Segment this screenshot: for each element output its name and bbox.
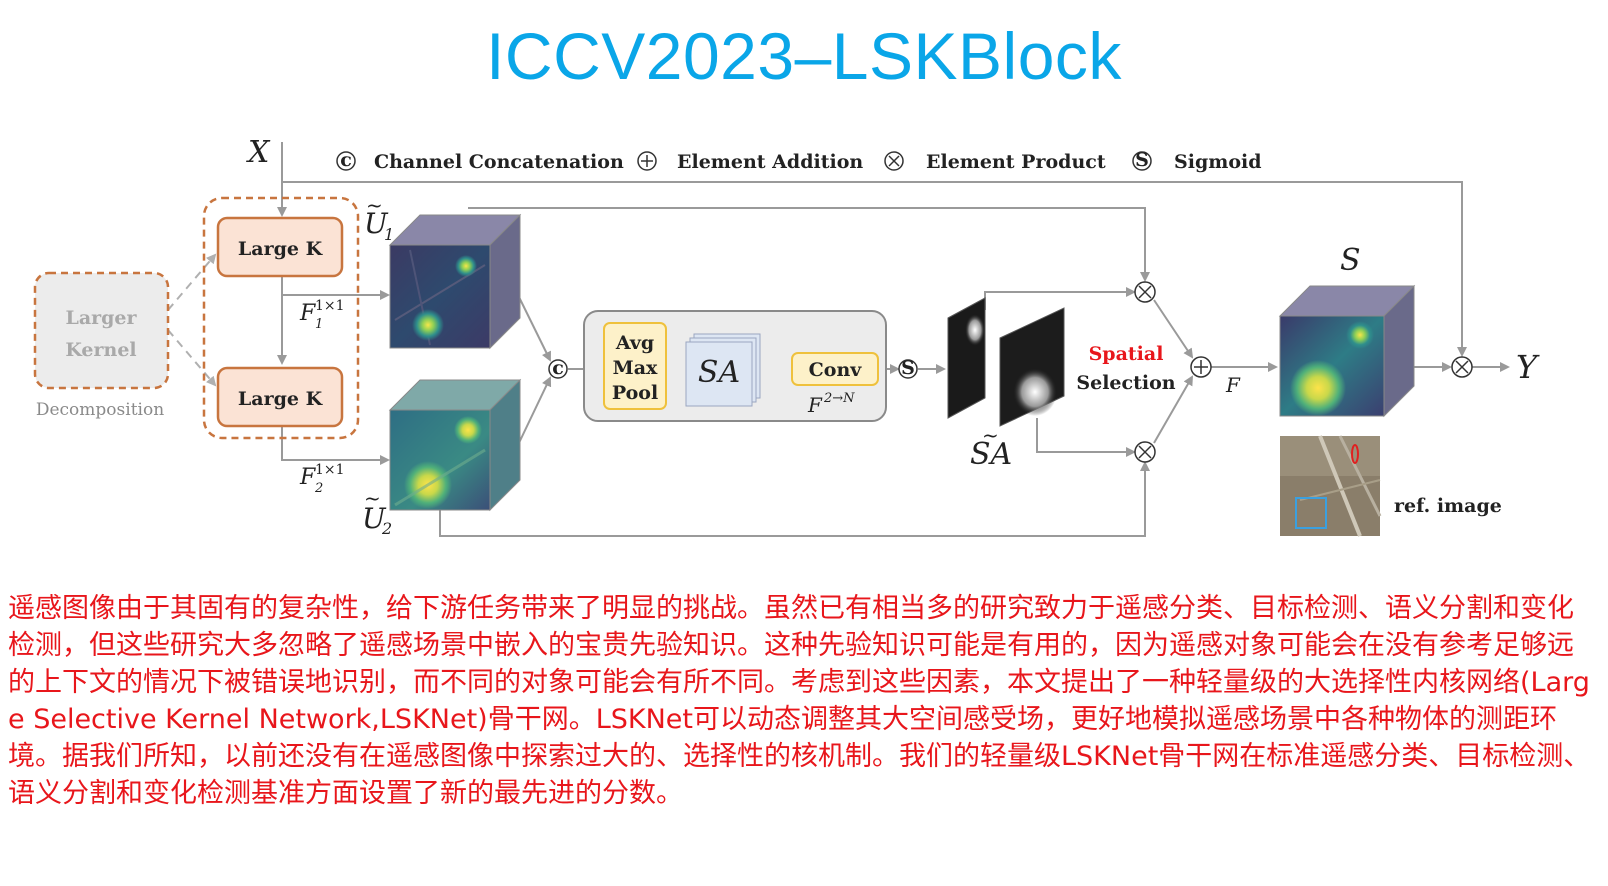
svg-text:c: c [552,357,564,379]
sa-stack: SA [685,333,761,407]
s-label: S [1340,243,1361,278]
svg-text:1: 1 [384,225,394,244]
description-text: 遥感图像由于其固有的复杂性，给下游任务带来了明显的挑战。虽然已有相当多的研究致力… [8,593,1591,809]
svg-text:Kernel: Kernel [65,339,136,361]
larger-kernel-box: Larger Kernel [33,271,170,390]
ref-image-label: ref. image [1394,495,1502,517]
svg-text:Pool: Pool [612,382,658,404]
u2-feature-cube [388,378,522,512]
svg-text:S: S [1135,149,1149,171]
svg-text:~: ~ [982,423,999,447]
legend-sigmoid-label: Sigmoid [1174,151,1262,173]
svg-text:~: ~ [364,486,381,510]
output-y-label: Y [1516,348,1540,386]
u1-feature-cube [388,213,522,350]
f-label: F [1225,373,1241,397]
addition-legend-icon [637,151,657,171]
large-k-box-1: Large K [216,216,344,278]
reference-image [1280,435,1382,537]
svg-text:Large K: Large K [238,388,324,410]
product-legend-icon [884,151,904,171]
spatial-attention-maps [947,297,1065,427]
svg-text:1×1: 1×1 [315,462,345,478]
large-k-box-2: Large K [216,366,344,428]
svg-text:Larger: Larger [65,307,137,329]
svg-text:c: c [340,149,352,171]
svg-text:Conv: Conv [809,359,863,381]
svg-text:S: S [901,357,915,379]
svg-text:Max: Max [613,357,658,379]
svg-text:2: 2 [381,519,392,538]
s-feature-cube [1278,284,1416,418]
svg-text:1×1: 1×1 [315,298,345,314]
f2-label: F 2 1×1 [299,462,345,496]
svg-text:Avg: Avg [615,332,654,354]
legend-product-label: Element Product [926,151,1106,173]
svg-text:2: 2 [314,481,323,496]
legend-addition-label: Element Addition [677,151,863,173]
addition-op [1190,356,1212,378]
decomposition-caption: Decomposition [36,400,164,420]
concat-op: c [548,357,568,379]
svg-text:~: ~ [366,193,383,217]
lsk-block-diagram: c Channel Concatenation Element Addition… [33,135,1540,538]
svg-text:SA: SA [698,355,740,390]
f1-label: F 1 1×1 [299,298,345,332]
svg-text:F: F [807,393,823,417]
avg-max-pool-box: Avg Max Pool [603,322,667,410]
concat-legend-icon: c [336,149,356,171]
sa-tilde-label: SA ~ [970,423,1012,472]
page-title: ICCV2023–LSKBlock [486,19,1122,93]
svg-text:1: 1 [315,317,323,332]
input-x-label: X [246,135,271,170]
sa-processing-box: Avg Max Pool SA Conv F 2→N [583,310,887,422]
upper-product-op [1134,281,1156,303]
legend-concat-label: Channel Concatenation [374,151,624,173]
u1-label: U ~ 1 [364,193,394,244]
svg-text:F: F [299,465,316,490]
selection-label: Selection [1076,372,1175,394]
u2-label: U ~ 2 [362,486,392,538]
svg-text:2→N: 2→N [823,391,855,406]
sigmoid-legend-icon: S [1132,149,1152,171]
legend: c Channel Concatenation Element Addition… [336,149,1262,173]
sigmoid-op: S [898,357,918,379]
conv-box: Conv [791,352,879,386]
lower-product-op [1134,441,1156,463]
decomposition-arrows [167,253,217,387]
svg-text:F: F [299,301,316,326]
svg-text:Large K: Large K [238,238,324,260]
spatial-label: Spatial [1089,343,1164,365]
final-product-op [1451,356,1473,378]
